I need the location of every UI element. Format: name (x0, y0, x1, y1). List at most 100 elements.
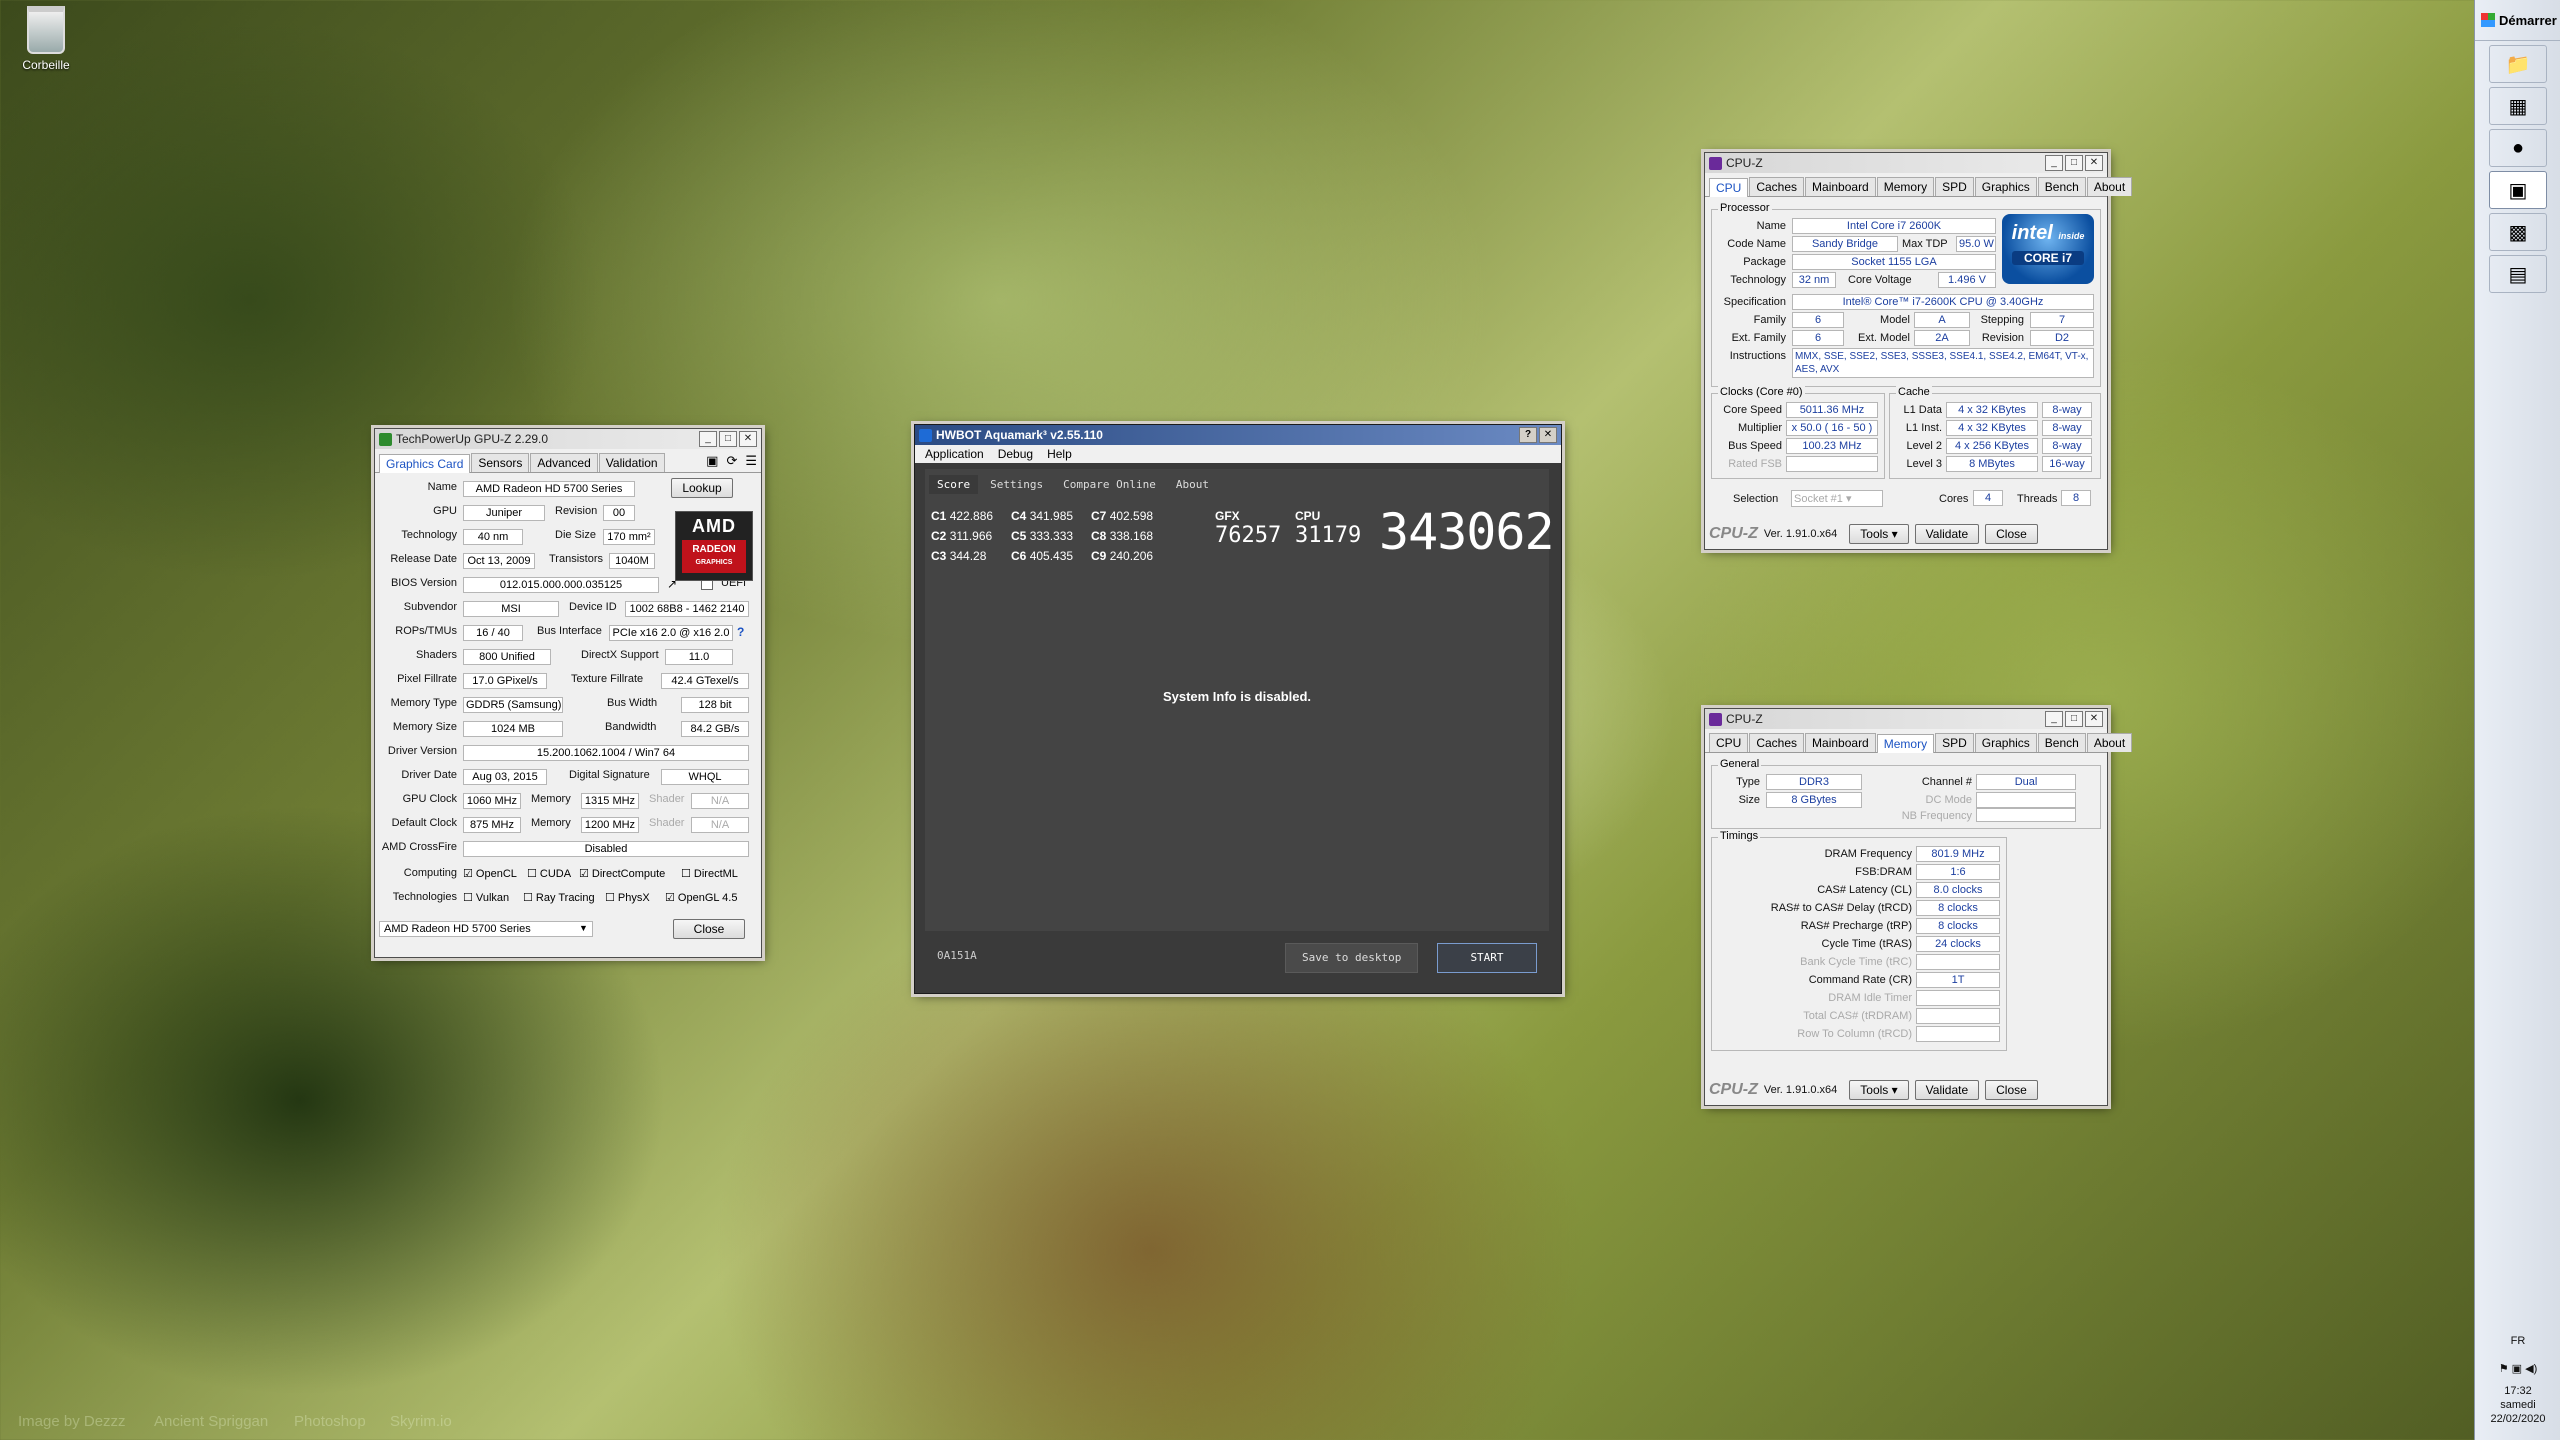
revision-label: Revision (555, 505, 598, 517)
tab-graphics-card[interactable]: Graphics Card (379, 454, 471, 473)
socket-select[interactable]: Socket #1 ▾ (1791, 490, 1883, 507)
cas-latency-label: CAS# Latency (CL) (1817, 884, 1912, 896)
gpu-select[interactable]: AMD Radeon HD 5700 Series (379, 921, 593, 937)
tab-mainboard[interactable]: Mainboard (1805, 177, 1876, 196)
device-id-label: Device ID (569, 601, 617, 613)
tab-about[interactable]: About (1168, 475, 1217, 494)
tab-about[interactable]: About (2086, 733, 2133, 752)
start-button[interactable]: Démarrer (2475, 0, 2560, 41)
tab-sensors[interactable]: Sensors (471, 453, 530, 472)
cpuz-titlebar[interactable]: CPU-Z _ □ ✕ (1705, 153, 2107, 173)
language-indicator[interactable]: FR (2475, 1334, 2560, 1348)
refresh-icon[interactable]: ⟳ (726, 453, 737, 472)
tools-button[interactable]: Tools ▾ (1849, 524, 1909, 544)
close-button[interactable]: Close (1985, 1080, 2038, 1100)
tab-validation[interactable]: Validation (598, 453, 665, 472)
revision-field: 00 (603, 505, 635, 521)
code-name-field: Sandy Bridge (1792, 236, 1898, 252)
channel-label: Channel # (1921, 776, 1972, 788)
taskbar-aquamark-button[interactable]: ▩ (2489, 213, 2547, 251)
lookup-button[interactable]: Lookup (671, 478, 733, 498)
tab-spd[interactable]: SPD (1935, 177, 1974, 196)
tab-bench[interactable]: Bench (2037, 177, 2086, 196)
tab-caches[interactable]: Caches (1749, 733, 1805, 752)
fsb-dram-label: FSB:DRAM (1855, 866, 1912, 878)
close-window-button[interactable]: ✕ (1539, 427, 1557, 443)
tab-graphics[interactable]: Graphics (1974, 177, 2037, 196)
tab-memory[interactable]: Memory (1876, 177, 1935, 196)
tab-settings[interactable]: Settings (982, 475, 1051, 494)
help-button[interactable]: ? (1519, 427, 1537, 443)
tab-compare-online[interactable]: Compare Online (1055, 475, 1164, 494)
menu-debug[interactable]: Debug (998, 447, 1033, 461)
mem-type-field: DDR3 (1766, 774, 1862, 790)
tab-memory[interactable]: Memory (1876, 734, 1935, 753)
taskbar-firefox-button[interactable]: ● (2489, 129, 2547, 167)
menu-help[interactable]: Help (1047, 447, 1072, 461)
bus-speed-label: Bus Speed (1728, 440, 1782, 452)
taskbar-app-button[interactable]: ▦ (2489, 87, 2547, 125)
maximize-button[interactable]: □ (719, 431, 737, 447)
directml-checkbox[interactable]: ☐ DirectML (681, 867, 738, 880)
menu-icon[interactable]: ☰ (745, 453, 757, 472)
opencl-checkbox[interactable]: ☑ OpenCL (463, 867, 517, 880)
gpuz-titlebar[interactable]: TechPowerUp GPU-Z 2.29.0 _ □ ✕ (375, 429, 761, 449)
chevron-down-icon[interactable]: ▼ (579, 923, 588, 933)
tab-mainboard[interactable]: Mainboard (1805, 733, 1876, 752)
aquamark-titlebar[interactable]: HWBOT Aquamark³ v2.55.110 ? ✕ (915, 425, 1561, 445)
bus-help-icon[interactable]: ? (737, 625, 744, 639)
opengl-checkbox[interactable]: ☑ OpenGL 4.5 (665, 891, 737, 904)
directcompute-checkbox[interactable]: ☑ DirectCompute (579, 867, 665, 880)
tab-spd[interactable]: SPD (1935, 733, 1974, 752)
validate-button[interactable]: Validate (1914, 524, 1980, 544)
minimize-button[interactable]: _ (2045, 155, 2063, 171)
save-to-desktop-button[interactable]: Save to desktop (1285, 943, 1419, 973)
raytracing-checkbox[interactable]: ☐ Ray Tracing (523, 891, 595, 904)
taskbar-cpuz-button[interactable]: ▤ (2489, 255, 2547, 293)
start-button-aquamark[interactable]: START (1437, 943, 1537, 973)
tab-graphics[interactable]: Graphics (1974, 733, 2037, 752)
driver-date-label: Driver Date (401, 769, 457, 781)
camera-icon[interactable]: ▣ (706, 453, 718, 472)
physx-checkbox[interactable]: ☐ PhysX (605, 891, 650, 904)
menu-application[interactable]: Application (925, 447, 984, 461)
cache-group-title: Cache (1896, 386, 1932, 398)
minimize-button[interactable]: _ (2045, 711, 2063, 727)
name-label: Name (427, 481, 457, 493)
tab-advanced[interactable]: Advanced (530, 453, 598, 472)
close-button[interactable]: Close (673, 919, 745, 939)
maximize-button[interactable]: □ (2065, 711, 2083, 727)
clock-time[interactable]: 17:32 (2475, 1384, 2560, 1398)
tab-cpu[interactable]: CPU (1709, 733, 1749, 752)
close-window-button[interactable]: ✕ (2085, 155, 2103, 171)
tab-caches[interactable]: Caches (1749, 177, 1805, 196)
rated-fsb-field (1786, 456, 1878, 472)
tab-about[interactable]: About (2086, 177, 2133, 196)
dram-frequency-field: 801.9 MHz (1916, 846, 2000, 862)
tab-cpu[interactable]: CPU (1709, 178, 1749, 197)
close-window-button[interactable]: ✕ (2085, 711, 2103, 727)
cpuz-titlebar[interactable]: CPU-Z _ □ ✕ (1705, 709, 2107, 729)
vulkan-checkbox[interactable]: ☐ Vulkan (463, 891, 509, 904)
total-cas-field (1916, 1008, 2000, 1024)
l1-inst-field: 4 x 32 KBytes (1946, 420, 2038, 436)
amd-radeon-logo: AMD RADEON GRAPHICS (675, 511, 753, 581)
tab-score[interactable]: Score (929, 475, 979, 494)
minimize-button[interactable]: _ (699, 431, 717, 447)
trc-field (1916, 954, 2000, 970)
dc-mode-field (1976, 792, 2076, 808)
tab-bench[interactable]: Bench (2037, 733, 2086, 752)
cuda-checkbox[interactable]: ☐ CUDA (527, 867, 571, 880)
stepping-label: Stepping (1980, 314, 2024, 326)
taskbar-explorer-button[interactable]: 📁 (2489, 45, 2547, 83)
l1-inst-label: L1 Inst. (1905, 422, 1942, 434)
maximize-button[interactable]: □ (2065, 155, 2083, 171)
validate-button[interactable]: Validate (1914, 1080, 1980, 1100)
close-button[interactable]: Close (1985, 524, 2038, 544)
mem-size-field: 8 GBytes (1766, 792, 1862, 808)
recycle-bin-shortcut[interactable]: Corbeille (18, 6, 74, 72)
rops-field: 16 / 40 (463, 625, 523, 641)
tools-button[interactable]: Tools ▾ (1849, 1080, 1909, 1100)
close-window-button[interactable]: ✕ (739, 431, 757, 447)
taskbar-gpuz-button[interactable]: ▣ (2489, 171, 2547, 209)
